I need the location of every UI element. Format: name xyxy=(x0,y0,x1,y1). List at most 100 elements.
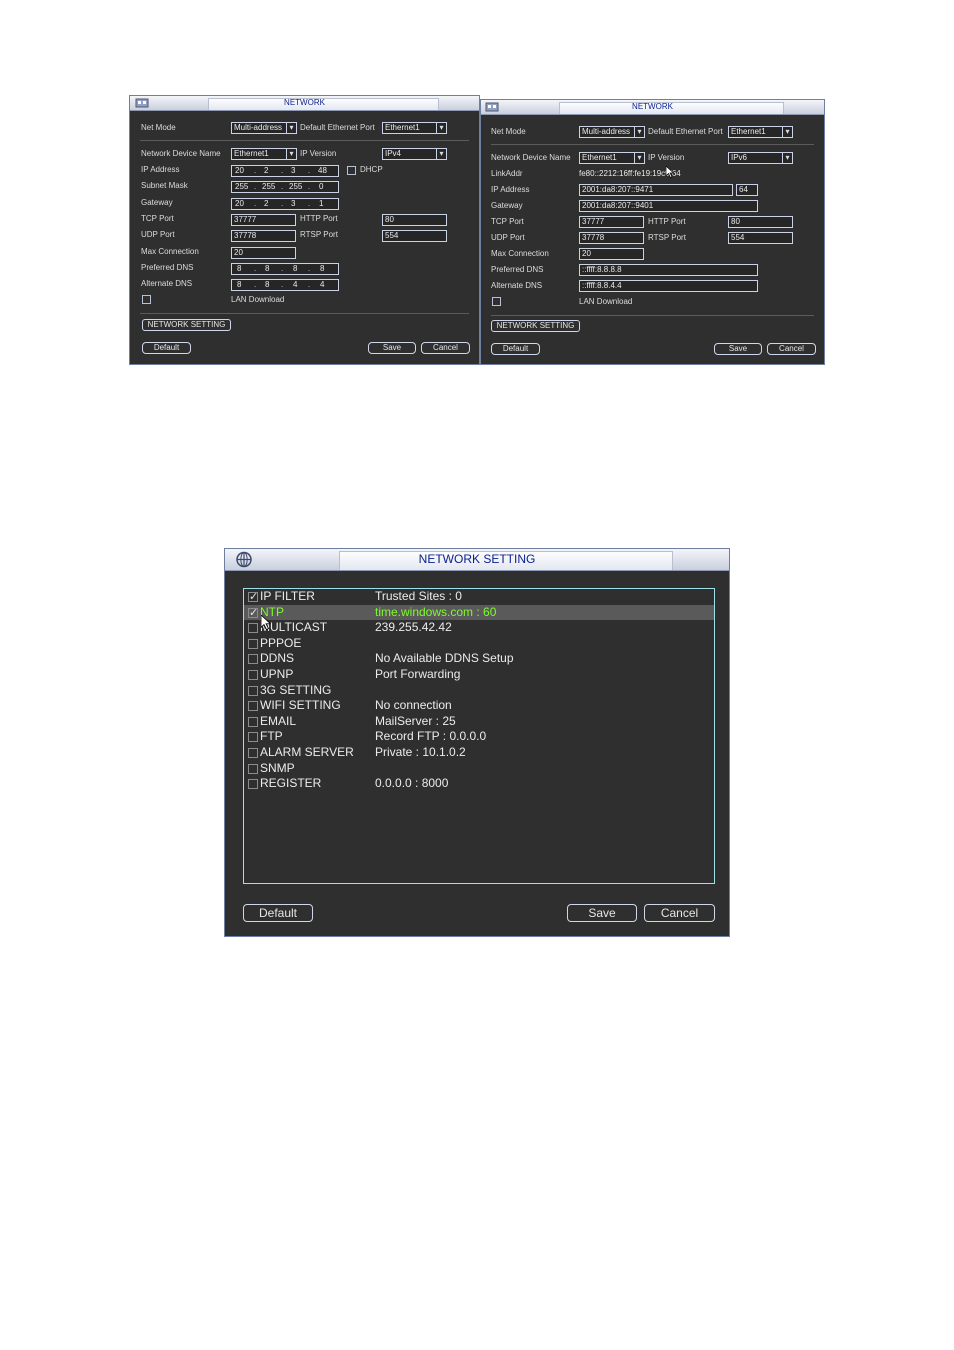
item-name: EMAIL xyxy=(260,713,297,728)
item-checkbox[interactable] xyxy=(248,716,258,727)
udp-port-field[interactable]: 37778 xyxy=(579,232,644,244)
list-item[interactable]: FTP Record FTP : 0.0.0.0 xyxy=(244,729,714,745)
ip-address-field[interactable]: 2001:da8:207::9471 xyxy=(579,184,733,196)
dropdown-arrow-icon: ▾ xyxy=(634,127,644,137)
item-checkbox[interactable] xyxy=(248,654,258,665)
http-port-field[interactable]: 80 xyxy=(382,214,447,226)
ip-address-field[interactable]: 20. 2. 3. 48 xyxy=(231,165,339,177)
list-item[interactable]: 3G SETTING xyxy=(244,683,714,699)
alternate-dns-field[interactable]: 8. 8. 4. 4 xyxy=(231,279,339,291)
max-connection-label: Max Connection xyxy=(491,249,549,258)
http-port-field[interactable]: 80 xyxy=(728,216,793,228)
network-setting-button[interactable]: NETWORK SETTING xyxy=(142,319,231,331)
subnet-mask-field[interactable]: 255. 255. 255. 0 xyxy=(231,181,339,193)
default-ethernet-port-select[interactable]: Ethernet1 ▾ xyxy=(728,126,793,138)
dropdown-arrow-icon: ▾ xyxy=(286,123,296,133)
item-name: UPNP xyxy=(260,667,294,681)
ip-version-label: IP Version xyxy=(648,153,685,162)
default-button[interactable]: Default xyxy=(142,342,191,354)
divider xyxy=(491,144,814,145)
item-value: 239.255.42.42 xyxy=(375,620,452,635)
item-checkbox[interactable] xyxy=(248,763,258,774)
preferred-dns-field[interactable]: ::ffff:8.8.8.8 xyxy=(579,264,758,276)
network-device-name-select[interactable]: Ethernet1 ▾ xyxy=(579,152,645,164)
window-title: NETWORK xyxy=(284,98,325,107)
list-item[interactable]: DDNS No Available DDNS Setup xyxy=(244,651,714,667)
prefix-length-field[interactable]: 64 xyxy=(736,184,758,196)
item-checkbox[interactable] xyxy=(248,732,258,743)
default-button[interactable]: Default xyxy=(243,904,313,922)
list-item[interactable]: MULTICAST 239.255.42.42 xyxy=(244,620,714,636)
list-item[interactable]: WIFI SETTING No connection xyxy=(244,698,714,714)
item-checkbox[interactable] xyxy=(248,685,258,696)
item-checkbox[interactable] xyxy=(248,748,258,758)
item-checkbox[interactable]: ✓ xyxy=(248,591,259,603)
rtsp-port-field[interactable]: 554 xyxy=(382,230,447,242)
item-checkbox[interactable] xyxy=(248,670,258,680)
net-mode-select[interactable]: Multi-address ▾ xyxy=(579,126,645,138)
udp-port-field[interactable]: 37778 xyxy=(231,230,296,242)
preferred-dns-field[interactable]: 8. 8. 8. 8 xyxy=(231,263,339,275)
dhcp-checkbox[interactable] xyxy=(347,166,356,175)
subnet-mask-label: Subnet Mask xyxy=(141,181,188,190)
network-setting-button[interactable]: NETWORK SETTING xyxy=(491,320,580,332)
list-item[interactable]: SNMP xyxy=(244,761,714,777)
network-device-name-select[interactable]: Ethernet1 ▾ xyxy=(231,148,297,160)
item-value: Trusted Sites : 0 xyxy=(375,589,462,603)
network-window-ipv4: NETWORK Net Mode Multi-address ▾ Default … xyxy=(129,95,480,365)
tcp-port-field[interactable]: 37777 xyxy=(579,216,644,228)
item-checkbox[interactable] xyxy=(248,701,258,712)
list-item[interactable]: REGISTER 0.0.0.0 : 8000 xyxy=(244,776,714,792)
item-checkbox[interactable] xyxy=(248,779,258,790)
net-mode-select[interactable]: Multi-address ▾ xyxy=(231,122,297,134)
save-button[interactable]: Save xyxy=(368,342,416,354)
network-app-icon xyxy=(135,97,149,111)
cancel-button[interactable]: Cancel xyxy=(421,342,470,354)
rtsp-port-label: RTSP Port xyxy=(300,230,338,239)
cancel-button[interactable]: Cancel xyxy=(644,904,715,922)
udp-port-label: UDP Port xyxy=(491,233,525,242)
default-button[interactable]: Default xyxy=(491,343,540,355)
item-checkbox[interactable]: ✓ xyxy=(248,607,258,619)
save-button[interactable]: Save xyxy=(567,904,637,922)
alternate-dns-label: Alternate DNS xyxy=(141,279,193,288)
list-item[interactable]: EMAIL MailServer : 25 xyxy=(244,714,714,730)
list-item[interactable]: ✓ NTP time.windows.com : 60 xyxy=(244,604,714,621)
udp-port-label: UDP Port xyxy=(141,230,175,239)
network-services-list: ✓ IP FILTER Trusted Sites : 0 ✓ NTP time.wind… xyxy=(243,588,715,884)
item-value: No Available DDNS Setup xyxy=(375,651,514,666)
linkaddr-label: LinkAddr xyxy=(491,169,523,178)
gateway-field[interactable]: 20. 2. 3. 1 xyxy=(231,198,339,210)
gateway-field[interactable]: 2001:da8:207::9401 xyxy=(579,200,758,212)
max-connection-label: Max Connection xyxy=(141,247,199,256)
tcp-port-label: TCP Port xyxy=(491,217,524,226)
default-ethernet-port-label: Default Ethernet Port xyxy=(300,123,375,132)
http-port-label: HTTP Port xyxy=(648,217,686,226)
max-connection-field[interactable]: 20 xyxy=(579,248,644,260)
save-button[interactable]: Save xyxy=(714,343,762,355)
max-connection-field[interactable]: 20 xyxy=(231,247,296,259)
item-checkbox[interactable] xyxy=(248,623,258,634)
default-ethernet-port-select[interactable]: Ethernet1 ▾ xyxy=(382,122,447,134)
lan-download-label: LAN Download xyxy=(231,295,285,304)
rtsp-port-field[interactable]: 554 xyxy=(728,232,793,244)
tcp-port-field[interactable]: 37777 xyxy=(231,214,296,226)
ip-version-select[interactable]: IPv6 ▾ xyxy=(728,152,793,164)
checkmark-icon: ✓ xyxy=(249,591,259,603)
alternate-dns-field[interactable]: ::ffff:8.8.4.4 xyxy=(579,280,758,292)
cancel-button[interactable]: Cancel xyxy=(767,343,816,355)
list-item[interactable]: UPNP Port Forwarding xyxy=(244,667,714,683)
net-mode-label: Net Mode xyxy=(491,127,526,136)
lan-download-checkbox[interactable] xyxy=(492,297,501,306)
ip-version-select[interactable]: IPv4 ▾ xyxy=(382,148,447,160)
dropdown-arrow-icon: ▾ xyxy=(436,123,446,133)
lan-download-checkbox[interactable] xyxy=(142,295,151,304)
item-checkbox[interactable] xyxy=(248,638,258,649)
network-device-name-label: Network Device Name xyxy=(491,153,571,162)
list-item[interactable]: ALARM SERVER Private : 10.1.0.2 xyxy=(244,745,714,761)
dropdown-arrow-icon: ▾ xyxy=(782,127,792,137)
item-value: No connection xyxy=(375,698,452,713)
window-title: NETWORK SETTING xyxy=(418,552,536,566)
list-item[interactable]: ✓ IP FILTER Trusted Sites : 0 xyxy=(244,589,714,605)
list-item[interactable]: PPPOE xyxy=(244,636,714,652)
